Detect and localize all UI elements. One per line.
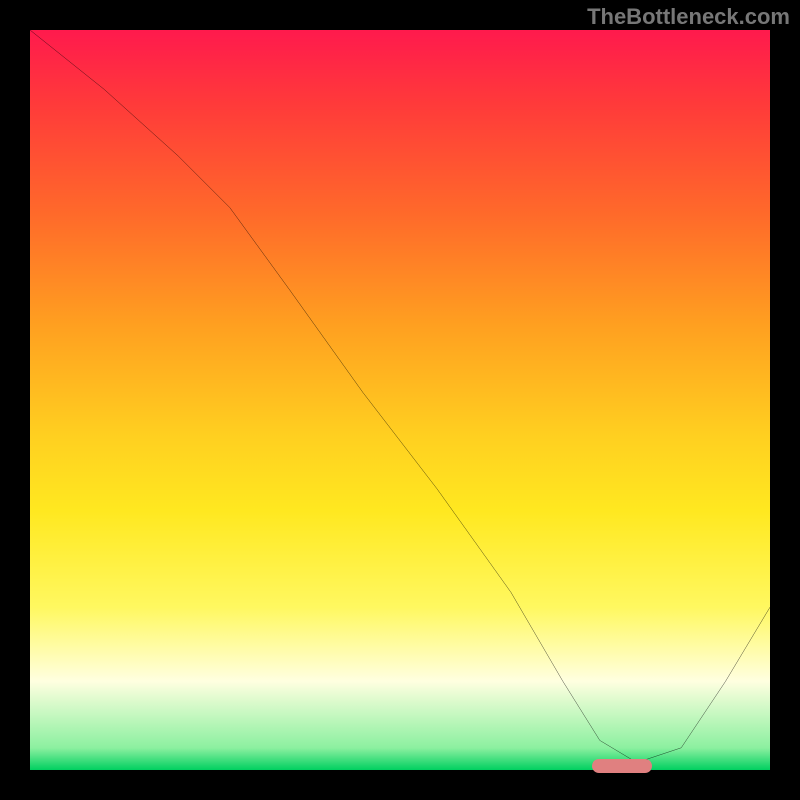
plot-area [30, 30, 770, 770]
chart-frame: TheBottleneck.com [0, 0, 800, 800]
bottleneck-curve [30, 30, 770, 770]
optimal-range-marker [592, 759, 651, 773]
attribution-label: TheBottleneck.com [587, 4, 790, 30]
